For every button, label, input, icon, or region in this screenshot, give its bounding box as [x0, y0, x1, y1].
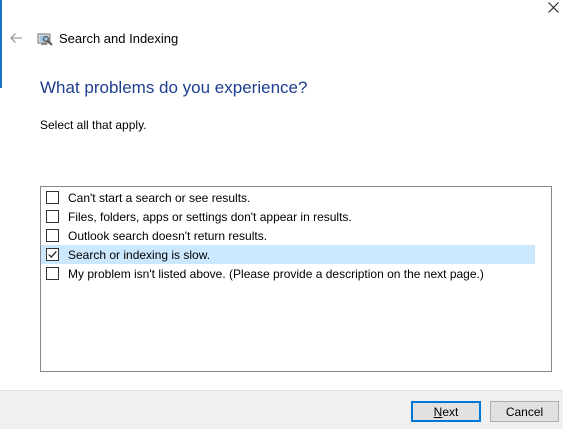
checkbox[interactable] — [46, 210, 59, 223]
list-item-search-slow[interactable]: Search or indexing is slow. — [41, 245, 535, 264]
checkbox[interactable] — [46, 191, 59, 204]
next-label-rest: ext — [442, 404, 459, 419]
item-label: Files, folders, apps or settings don't a… — [68, 209, 352, 224]
close-button[interactable] — [540, 0, 563, 18]
cancel-button[interactable]: Cancel — [490, 401, 559, 422]
back-arrow-icon — [10, 33, 22, 43]
problems-list: Can't start a search or see results. Fil… — [40, 186, 552, 372]
back-button[interactable] — [8, 30, 26, 48]
item-label: Can't start a search or see results. — [68, 190, 251, 205]
window-accent-edge — [0, 0, 2, 88]
window-title: Search and Indexing — [59, 31, 179, 46]
close-icon — [548, 2, 559, 13]
list-item-problem-not-listed[interactable]: My problem isn't listed above. (Please p… — [41, 264, 535, 283]
checkbox-checked[interactable] — [46, 248, 59, 261]
list-item-cant-start-search[interactable]: Can't start a search or see results. — [41, 188, 535, 207]
item-label: Search or indexing is slow. — [68, 247, 211, 262]
checkbox[interactable] — [46, 267, 59, 280]
next-mnemonic: N — [433, 404, 443, 419]
checkbox[interactable] — [46, 229, 59, 242]
list-item-outlook-search[interactable]: Outlook search doesn't return results. — [41, 226, 535, 245]
checkmark-icon — [48, 250, 57, 259]
list-item-files-not-in-results[interactable]: Files, folders, apps or settings don't a… — [41, 207, 535, 226]
item-label: Outlook search doesn't return results. — [68, 228, 268, 243]
troubleshooter-icon — [37, 31, 53, 47]
page-heading: What problems do you experience? — [40, 78, 308, 97]
instruction-text: Select all that apply. — [40, 118, 147, 132]
next-button[interactable]: Next — [411, 401, 481, 422]
item-label: My problem isn't listed above. (Please p… — [68, 266, 484, 281]
